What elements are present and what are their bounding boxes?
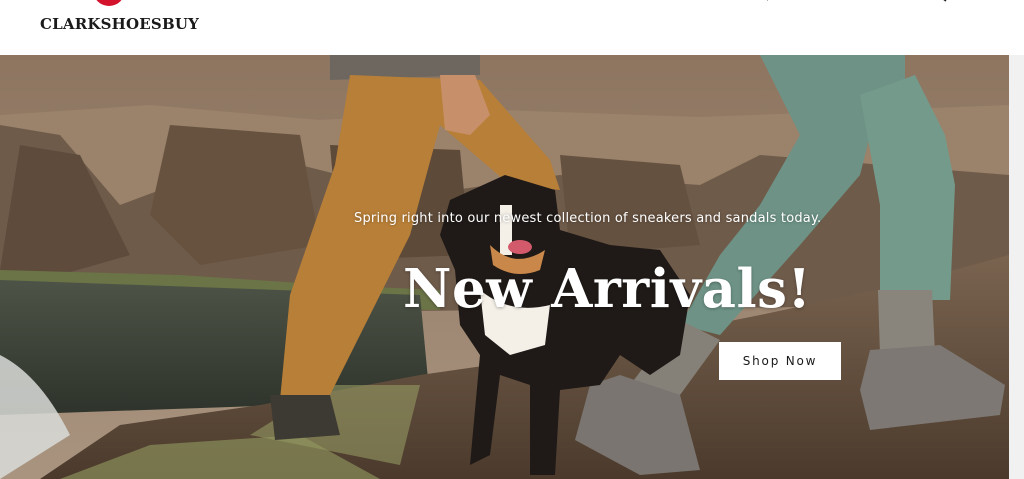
logo-mark	[93, 0, 125, 6]
brand-name: CLARKSHOESBUY	[40, 15, 200, 33]
cart-icon[interactable]	[968, 0, 986, 8]
search-icon[interactable]	[758, 0, 776, 8]
page-scrollbar[interactable]	[1009, 55, 1024, 479]
hero-subtitle: Spring right into our newest collection …	[354, 211, 822, 226]
account-icon[interactable]	[895, 0, 913, 8]
brand-logo[interactable]: CLARKSHOESBUY	[38, 0, 199, 40]
search-icon[interactable]	[930, 0, 948, 8]
hero-banner: Spring right into our newest collection …	[0, 55, 1009, 479]
hero-headline: New Arrivals!	[403, 258, 812, 320]
site-header: CLARKSHOESBUY	[0, 0, 1024, 55]
shop-now-button[interactable]: Shop Now	[719, 342, 841, 380]
